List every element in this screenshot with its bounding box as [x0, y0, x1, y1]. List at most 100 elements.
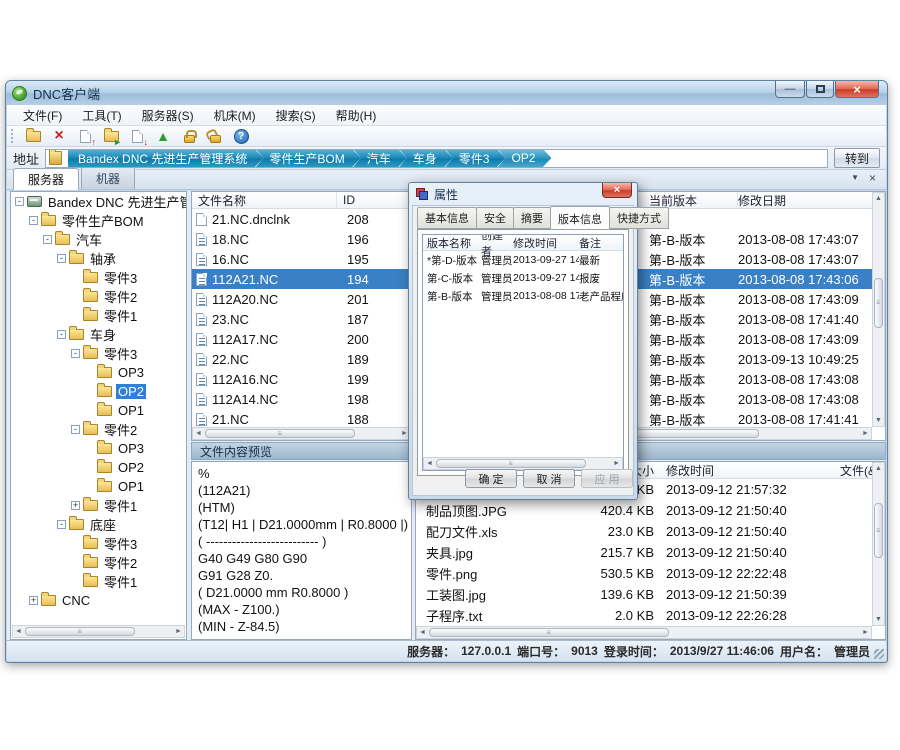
scroll-right-icon[interactable]: ►	[860, 428, 871, 439]
column-modified-date[interactable]: 修改日期	[738, 192, 885, 208]
tree-expander[interactable]: +	[71, 501, 80, 510]
tree-expander[interactable]: -	[29, 216, 38, 225]
tree-expander[interactable]: -	[43, 235, 52, 244]
tree-item[interactable]: +零件1	[11, 496, 186, 515]
resize-grip[interactable]	[874, 649, 884, 659]
column-current-version[interactable]: 当前版本	[649, 192, 738, 208]
attachment-row[interactable]: 配刀文件.xls23.0 KB2013-09-12 21:50:40	[416, 521, 885, 542]
breadcrumb-root[interactable]: Bandex DNC 先进生产管理系统	[68, 149, 263, 168]
scroll-thumb[interactable]: ≡	[436, 459, 586, 468]
maximize-button[interactable]	[806, 81, 834, 98]
close-panel-icon[interactable]: ×	[869, 173, 876, 183]
tab-server[interactable]: 服务器	[13, 168, 79, 190]
tree-item-root[interactable]: -Bandex DNC 先进生产管理系	[11, 192, 186, 211]
tree-expander[interactable]: -	[57, 520, 66, 529]
scroll-thumb[interactable]: ≡	[205, 429, 355, 438]
tree-item[interactable]: -零件3	[11, 344, 186, 363]
tree-item[interactable]: 零件3	[11, 534, 186, 553]
tab-summary[interactable]: 摘要	[513, 207, 551, 229]
tab-machine[interactable]: 机器	[81, 167, 135, 189]
new-folder-icon[interactable]	[24, 128, 42, 145]
version-history-row[interactable]: 第-B-版本管理员2013-08-08 17:...老产品程序	[423, 287, 623, 305]
column-time[interactable]: 修改时间	[513, 235, 579, 251]
tab-security[interactable]: 安全	[476, 207, 514, 229]
lock-icon[interactable]	[180, 128, 198, 145]
tree-item-op2-selected[interactable]: OP2	[11, 382, 186, 401]
chevron-down-icon[interactable]: ▼	[851, 173, 859, 183]
scroll-down-icon[interactable]: ▼	[873, 614, 884, 625]
attachment-hscrollbar[interactable]: ◄ ≡ ►	[416, 626, 872, 639]
tree-expander[interactable]: +	[29, 596, 38, 605]
title-bar[interactable]: DNC客户端 — ×	[6, 81, 887, 105]
tab-shortcut[interactable]: 快捷方式	[609, 207, 669, 229]
breadcrumb-bom[interactable]: 零件生产BOM	[255, 149, 360, 168]
tree-expander[interactable]: -	[71, 349, 80, 358]
tree-item[interactable]: OP1	[11, 477, 186, 496]
minimize-button[interactable]: —	[775, 81, 805, 98]
scroll-down-icon[interactable]: ▼	[873, 415, 884, 426]
checkout-file-icon[interactable]: ↓	[128, 128, 146, 145]
scroll-thumb[interactable]: ≡	[429, 628, 669, 637]
menu-tools[interactable]: 工具(T)	[72, 105, 131, 126]
scroll-right-icon[interactable]: ►	[173, 626, 184, 637]
address-field[interactable]: Bandex DNC 先进生产管理系统 零件生产BOM 汽车 车身 零件3 OP…	[45, 149, 828, 168]
toolbar-grip[interactable]	[11, 129, 14, 143]
help-icon[interactable]: ?	[232, 128, 250, 145]
attachment-row[interactable]: 制品顶图.JPG420.4 KB2013-09-12 21:50:40	[416, 500, 885, 521]
file-row[interactable]: 23.NC187	[192, 309, 411, 329]
tree-item-auto[interactable]: -汽车	[11, 230, 186, 249]
tree-expander[interactable]: -	[71, 425, 80, 434]
breadcrumb-op2[interactable]: OP2	[497, 149, 551, 168]
version-history-row[interactable]: *第-D-版本管理员2013-09-27 14:...最新	[423, 251, 623, 269]
tree-item[interactable]: OP3	[11, 363, 186, 382]
file-row[interactable]: 112A16.NC199	[192, 369, 411, 389]
file-list-hscrollbar[interactable]: ◄ ≡ ►	[192, 427, 411, 440]
scroll-left-icon[interactable]: ◄	[424, 458, 435, 469]
menu-machine[interactable]: 机床(M)	[204, 105, 266, 126]
column-modified-time[interactable]: 修改时间	[656, 462, 796, 479]
checkin-file-icon[interactable]: ↑	[76, 128, 94, 145]
version-history-row[interactable]: 第-C-版本管理员2013-09-27 14:...报废	[423, 269, 623, 287]
file-row[interactable]: 21.NC188	[192, 409, 411, 429]
breadcrumb-auto[interactable]: 汽车	[353, 149, 407, 168]
file-row[interactable]: 112A17.NC200	[192, 329, 411, 349]
tree-item-base[interactable]: -底座	[11, 515, 186, 534]
menu-search[interactable]: 搜索(S)	[266, 105, 326, 126]
tree-item[interactable]: OP2	[11, 458, 186, 477]
file-row[interactable]: 18.NC196	[192, 229, 411, 249]
tree-item-bom[interactable]: -零件生产BOM	[11, 211, 186, 230]
delete-icon[interactable]: ×	[50, 128, 68, 145]
scroll-up-icon[interactable]: ▲	[873, 193, 884, 204]
tree-item-bearing[interactable]: -轴承	[11, 249, 186, 268]
file-row-selected[interactable]: 112A21.NC194	[192, 269, 411, 289]
scroll-left-icon[interactable]: ◄	[13, 626, 24, 637]
scroll-right-icon[interactable]: ►	[611, 458, 622, 469]
file-row[interactable]: 16.NC195	[192, 249, 411, 269]
menu-file[interactable]: 文件(F)	[13, 105, 72, 126]
scroll-thumb[interactable]: ≡	[874, 278, 883, 328]
tree-item-cnc[interactable]: +CNC	[11, 591, 186, 610]
tree-expander[interactable]: -	[57, 254, 66, 263]
menu-server[interactable]: 服务器(S)	[132, 105, 204, 126]
ok-button[interactable]: 确 定	[465, 469, 517, 488]
scroll-left-icon[interactable]: ◄	[193, 428, 204, 439]
file-row[interactable]: 22.NC189	[192, 349, 411, 369]
send-folder-icon[interactable]: ►	[102, 128, 120, 145]
attachment-vscrollbar[interactable]: ▲ ≡ ▼	[872, 462, 885, 626]
tree-item[interactable]: 零件1	[11, 572, 186, 591]
tree-item[interactable]: OP3	[11, 439, 186, 458]
file-row[interactable]: 21.NC.dnclnk208	[192, 209, 411, 229]
tree-expander[interactable]: -	[15, 197, 24, 206]
menu-help[interactable]: 帮助(H)	[326, 105, 387, 126]
file-row[interactable]: 112A14.NC198	[192, 389, 411, 409]
attachment-row[interactable]: 子程序.txt2.0 KB2013-09-12 22:26:28	[416, 605, 885, 626]
scroll-right-icon[interactable]: ►	[860, 627, 871, 638]
column-file-name[interactable]: 文件名称	[192, 192, 337, 208]
attachment-row[interactable]: 夹具.jpg215.7 KB2013-09-12 21:50:40	[416, 542, 885, 563]
tree-item[interactable]: 零件2	[11, 287, 186, 306]
tree-item[interactable]: OP1	[11, 401, 186, 420]
dialog-close-button[interactable]: ×	[602, 183, 632, 198]
tree-hscrollbar[interactable]: ◄ ≡ ►	[12, 625, 185, 638]
scroll-left-icon[interactable]: ◄	[417, 627, 428, 638]
tab-version-info[interactable]: 版本信息	[550, 206, 610, 230]
